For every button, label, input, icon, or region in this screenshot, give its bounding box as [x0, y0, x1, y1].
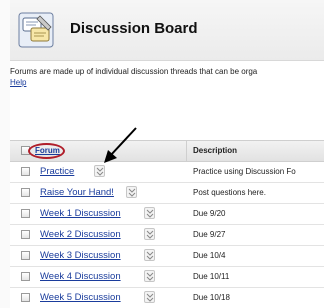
table-row: Week 2 Discussion Due 9/27 [10, 225, 324, 246]
page-title: Discussion Board [70, 20, 198, 37]
table-row: Practice Practice using Discussion Fo [10, 162, 324, 183]
forum-description: Due 9/27 [193, 230, 226, 239]
forum-description: Due 10/11 [193, 272, 230, 281]
forum-link[interactable]: Week 3 Discussion [40, 250, 121, 261]
forum-link[interactable]: Week 2 Discussion [40, 229, 121, 240]
forum-link[interactable]: Practice [40, 166, 74, 177]
row-checkbox[interactable] [21, 230, 30, 239]
forum-link[interactable]: Week 1 Discussion [40, 208, 121, 219]
forum-description: Due 10/4 [193, 251, 226, 260]
highlight-circle [28, 143, 65, 159]
chevron-double-down-icon [146, 272, 154, 281]
forum-description: Practice using Discussion Fo [193, 167, 296, 176]
help-link[interactable]: Help [10, 78, 26, 87]
discussion-board-icon [18, 12, 54, 48]
row-checkbox[interactable] [21, 293, 30, 302]
description-column-header: Description [193, 146, 238, 155]
table-row: Week 3 Discussion Due 10/4 [10, 246, 324, 267]
table-header: Forum Description [10, 140, 324, 162]
chevron-double-down-icon [146, 209, 154, 218]
row-checkbox[interactable] [21, 251, 30, 260]
table-row: Week 1 Discussion Due 9/20 [10, 204, 324, 225]
row-checkbox[interactable] [21, 272, 30, 281]
chevron-double-down-icon [146, 293, 154, 302]
column-divider [186, 141, 187, 161]
contextual-menu-button[interactable] [144, 291, 155, 303]
contextual-menu-button[interactable] [144, 249, 155, 261]
row-checkbox[interactable] [21, 167, 30, 176]
page-header: Discussion Board [10, 0, 324, 61]
forums-description: Forums are made up of individual discuss… [10, 67, 258, 76]
table-row: Week 5 Discussion Due 10/18 [10, 288, 324, 308]
chevron-double-down-icon [146, 251, 154, 260]
discussion-board-page: Discussion Board Forums are made up of i… [10, 0, 324, 308]
forum-link[interactable]: Raise Your Hand! [40, 187, 114, 198]
forum-link[interactable]: Week 4 Discussion [40, 271, 121, 282]
forum-description: Due 9/20 [193, 209, 226, 218]
forum-description: Post questions here. [193, 188, 266, 197]
chevron-double-down-icon [146, 230, 154, 239]
contextual-menu-button[interactable] [94, 165, 105, 177]
pointer-arrow-annotation [104, 127, 137, 163]
contextual-menu-button[interactable] [144, 270, 155, 282]
contextual-menu-button[interactable] [144, 207, 155, 219]
contextual-menu-button[interactable] [126, 186, 137, 198]
row-checkbox[interactable] [21, 188, 30, 197]
forum-link[interactable]: Week 5 Discussion [40, 292, 121, 303]
table-row: Week 4 Discussion Due 10/11 [10, 267, 324, 288]
contextual-menu-button[interactable] [144, 228, 155, 240]
chevron-double-down-icon [128, 188, 136, 197]
chevron-double-down-icon [96, 167, 104, 176]
table-row: Raise Your Hand! Post questions here. [10, 183, 324, 204]
forum-description: Due 10/18 [193, 293, 230, 302]
row-checkbox[interactable] [21, 209, 30, 218]
